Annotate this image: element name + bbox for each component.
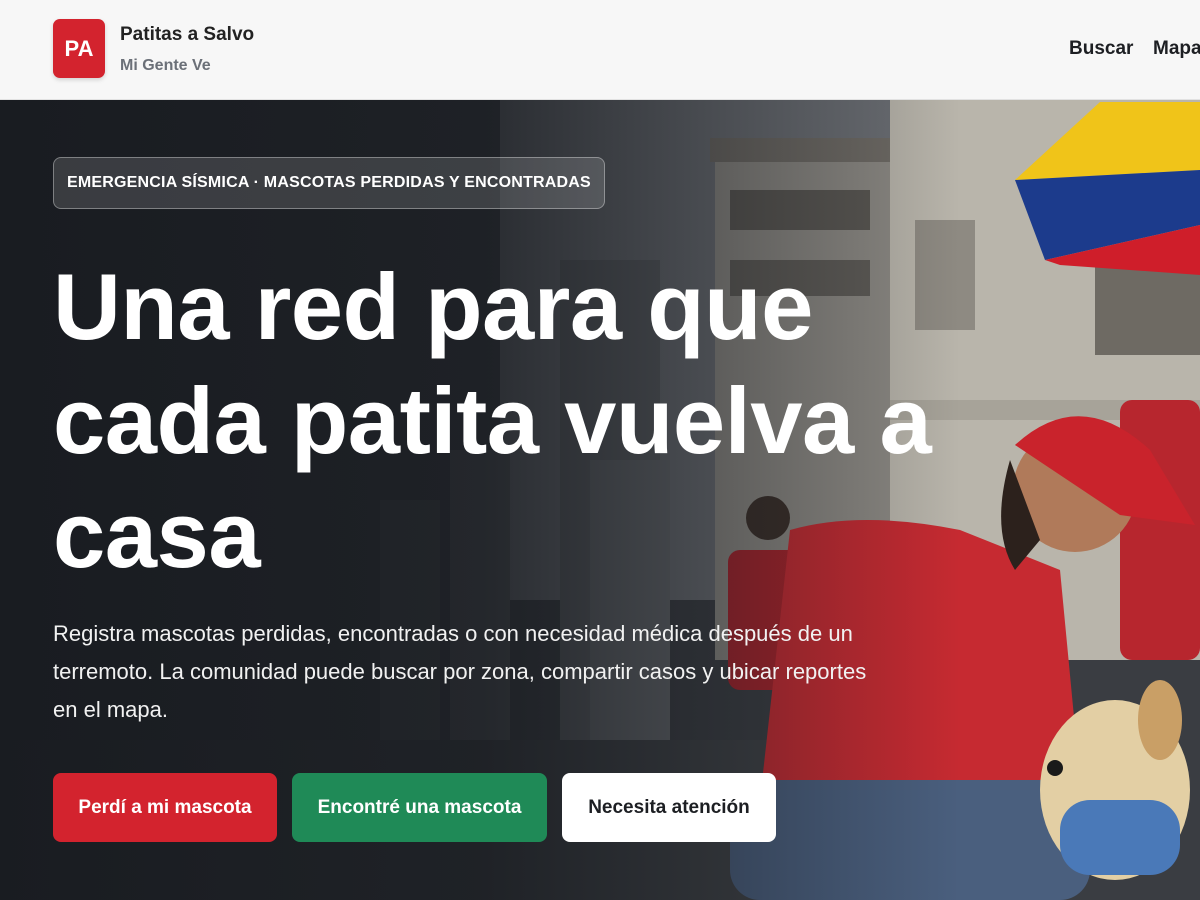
hero-headline: Una red para que cada patita vuelva a ca… bbox=[53, 254, 932, 587]
site-header: PA Patitas a Salvo Mi Gente Ve Buscar Ma… bbox=[0, 0, 1200, 100]
nav-buscar-link[interactable]: Buscar bbox=[1069, 38, 1133, 60]
nav-mapa-link[interactable]: Mapa bbox=[1153, 38, 1200, 60]
brand-subtitle: Mi Gente Ve bbox=[120, 57, 211, 74]
hero-section: EMERGENCIA SÍSMICA · MASCOTAS PERDIDAS Y… bbox=[0, 100, 1200, 900]
needs-care-button[interactable]: Necesita atención bbox=[562, 773, 776, 842]
found-pet-button[interactable]: Encontré una mascota bbox=[292, 773, 547, 842]
lost-pet-button[interactable]: Perdí a mi mascota bbox=[53, 773, 277, 842]
hero-description: Registra mascotas perdidas, encontradas … bbox=[53, 621, 867, 722]
brand-name[interactable]: Patitas a Salvo bbox=[120, 24, 254, 46]
brand-logo[interactable]: PA bbox=[53, 19, 105, 78]
emergency-badge: EMERGENCIA SÍSMICA · MASCOTAS PERDIDAS Y… bbox=[53, 157, 605, 209]
